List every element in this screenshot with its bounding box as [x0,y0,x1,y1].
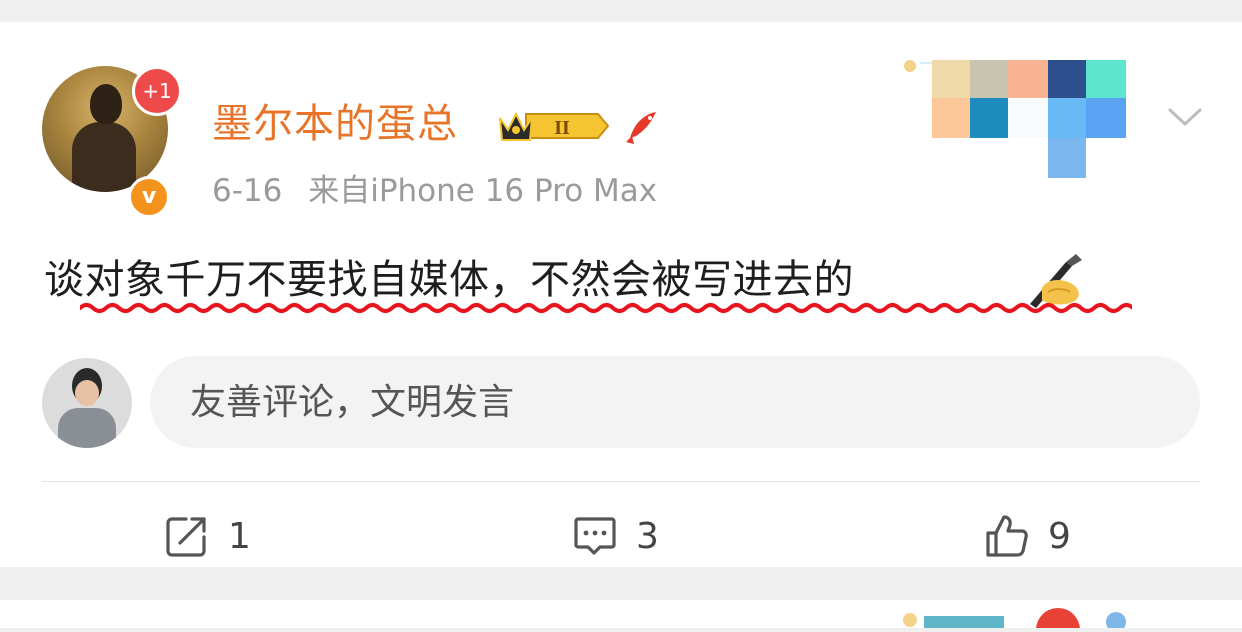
koi-icon [626,112,656,144]
pixelated-decoration [900,60,1130,180]
follow-plus-badge[interactable]: +1 [132,66,182,116]
next-post-card-top [0,600,1242,632]
repost-count: 1 [228,515,251,557]
post-source: 来自iPhone 16 Pro Max [308,173,658,209]
like-icon [986,515,1028,557]
like-button[interactable]: 9 [984,508,1071,564]
crown-badge-icon[interactable]: II [496,104,610,148]
user-avatar-body [58,408,116,448]
post-date: 6-16 [212,173,283,209]
repost-button[interactable]: 1 [164,508,251,564]
current-user-avatar[interactable] [42,358,132,448]
comment-count: 3 [636,515,659,557]
like-count: 9 [1048,515,1071,557]
repost-icon [166,517,206,557]
comment-input[interactable] [188,356,1092,450]
avatar-figure-head [90,84,122,124]
author-name[interactable]: 墨尔本的蛋总 [212,98,458,150]
chevron-down-icon[interactable] [1166,104,1204,130]
next-post-decoration [903,608,1126,632]
user-avatar-face [75,380,99,406]
post-meta: 6-16 来自iPhone 16 Pro Max [212,168,657,214]
red-wavy-underline [80,303,1132,313]
verified-badge: v [128,176,170,218]
comment-box[interactable] [150,356,1200,450]
avatar-figure-body [72,122,136,192]
comment-icon [574,517,616,555]
comment-button[interactable]: 3 [572,508,659,564]
divider [42,481,1200,482]
member-level-text: II [554,117,570,139]
weibo-post-card: +1 v 墨尔本的蛋总 II 6-16 来自iPhone 16 Pro Max [0,22,1242,567]
